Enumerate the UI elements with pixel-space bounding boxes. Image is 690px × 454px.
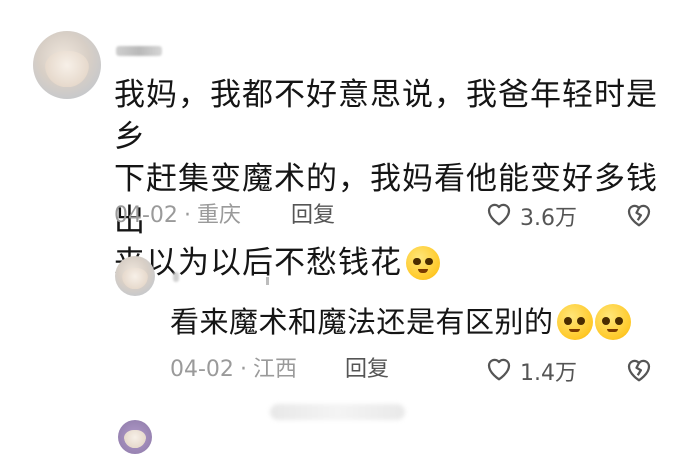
- reply-date: 04-02: [170, 357, 234, 382]
- reply-location: 江西: [252, 357, 297, 382]
- comment-line-3: 来以为以后不愁钱花: [114, 245, 402, 281]
- heart-outline-icon: [484, 354, 514, 388]
- reply-avatar[interactable]: [115, 256, 155, 296]
- pleading-emoji-icon-2: [594, 304, 631, 340]
- comment-meta: 04-02 · 重庆: [114, 203, 241, 228]
- reply-like-count: 1.4万: [520, 361, 577, 386]
- reply-meta: 04-02 · 江西: [170, 357, 297, 382]
- reply-button[interactable]: 回复: [291, 202, 335, 230]
- reply-text: 看来魔术和魔法还是有区别的: [170, 303, 631, 341]
- reply-username[interactable]: [173, 272, 179, 282]
- comment-date: 04-02: [114, 203, 178, 228]
- reply-username-fragment: [266, 277, 269, 285]
- username[interactable]: [116, 46, 162, 56]
- pleading-emoji-icon: [556, 304, 593, 340]
- broken-heart-icon: [624, 204, 654, 232]
- comment-location: 重庆: [196, 203, 241, 228]
- reply-reply-button[interactable]: 回复: [345, 356, 389, 384]
- reply-dislike-button[interactable]: [624, 355, 654, 387]
- dislike-button[interactable]: [624, 200, 654, 232]
- broken-heart-icon: [624, 359, 654, 387]
- smiling-emoji-icon: [406, 246, 440, 280]
- comment-text: 我妈，我都不好意思说，我爸年轻时是乡 下赶集变魔术的，我妈看他能变好多钱出 来以…: [114, 74, 684, 284]
- reply-like-button[interactable]: 1.4万: [484, 354, 577, 388]
- avatar[interactable]: [33, 31, 101, 99]
- like-count: 3.6万: [520, 206, 577, 231]
- next-avatar[interactable]: [118, 420, 152, 454]
- next-comment-blur: [270, 404, 405, 420]
- like-button[interactable]: 3.6万: [484, 199, 577, 233]
- reply-line: 看来魔术和魔法还是有区别的: [170, 305, 554, 339]
- comment-line-1: 我妈，我都不好意思说，我爸年轻时是乡: [114, 77, 658, 155]
- heart-outline-icon: [484, 199, 514, 233]
